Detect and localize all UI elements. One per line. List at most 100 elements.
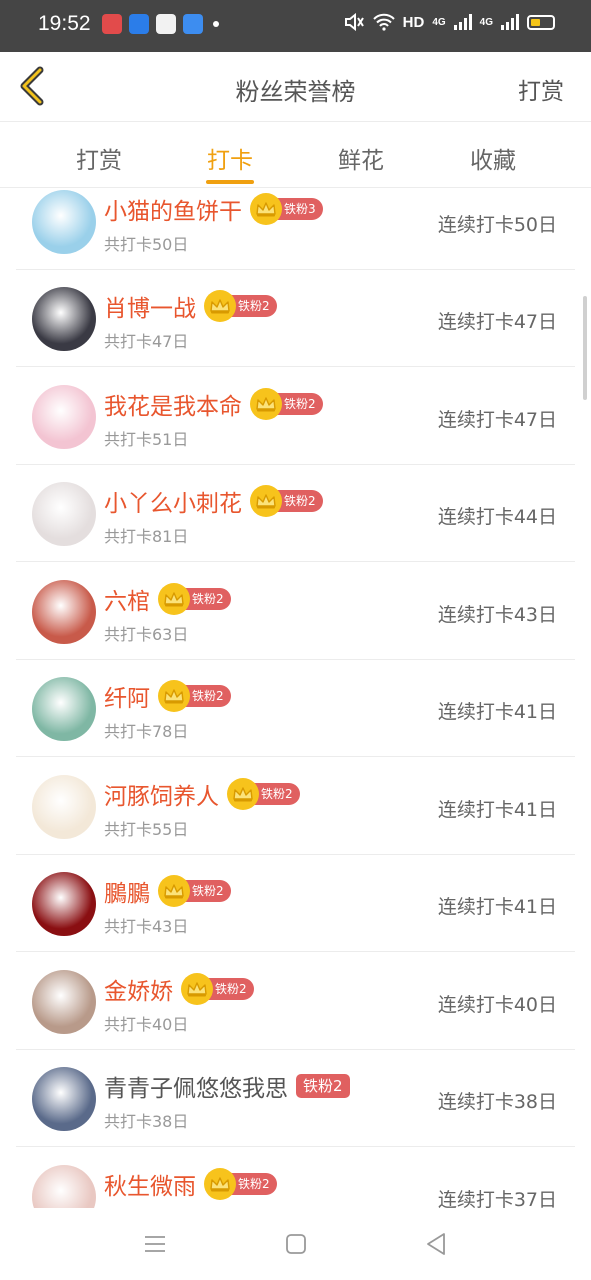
- fan-name-line: 肖博一战 铁粉2: [104, 289, 277, 323]
- fan-level-badge: 铁粉2: [204, 290, 277, 322]
- fan-name[interactable]: 纤阿: [104, 679, 150, 713]
- fan-name[interactable]: 河豚饲养人: [104, 777, 219, 811]
- fan-name-line: 纤阿 铁粉2: [104, 679, 231, 713]
- avatar[interactable]: [32, 775, 96, 839]
- avatar[interactable]: [32, 872, 96, 936]
- battery-icon: [527, 14, 555, 30]
- fan-level-badge: 铁粉2: [227, 778, 300, 810]
- crown-icon: [250, 193, 282, 225]
- total-checkins: 共打卡51日: [104, 430, 189, 449]
- tab-favorites[interactable]: 收藏: [453, 141, 533, 175]
- list-item[interactable]: 肖博一战 铁粉2 共打卡47日 连续打卡47日: [16, 270, 575, 367]
- avatar[interactable]: [32, 970, 96, 1034]
- fan-list: 小猫的鱼饼干 铁粉3 共打卡50日 连续打卡50日 肖博一战 铁粉2 共打卡47日 连续打卡4…: [0, 188, 591, 1208]
- fan-level-badge: 铁粉2: [158, 583, 231, 615]
- more-notifications-icon: [213, 21, 219, 27]
- list-item[interactable]: 我花是我本命 铁粉2 共打卡51日 连续打卡47日: [16, 368, 575, 465]
- fan-name-line: 我花是我本命 铁粉2: [104, 387, 323, 421]
- fan-name[interactable]: 小丫么小刺花: [104, 484, 242, 518]
- avatar[interactable]: [32, 287, 96, 351]
- fan-name-line: 青青子佩悠悠我思 铁粉2: [104, 1069, 350, 1103]
- consecutive-checkins: 连续打卡43日: [437, 604, 557, 626]
- fan-name[interactable]: 秋生微雨: [104, 1167, 196, 1201]
- total-checkins: 共打卡40日: [104, 1015, 189, 1034]
- fan-name-line: 小丫么小刺花 铁粉2: [104, 484, 323, 518]
- status-time: 19:52: [38, 12, 91, 35]
- total-checkins: 共打卡50日: [104, 235, 189, 254]
- crown-icon: [204, 1168, 236, 1200]
- crown-icon: [158, 583, 190, 615]
- fan-name[interactable]: 青青子佩悠悠我思: [104, 1069, 288, 1103]
- tab-reward[interactable]: 打赏: [59, 141, 139, 175]
- notification-icons: [102, 14, 219, 34]
- signal-icon: [453, 14, 472, 30]
- fan-name[interactable]: 金娇娇: [104, 972, 173, 1006]
- status-bar: 19:52 HD 4G 4G: [0, 0, 591, 52]
- avatar[interactable]: [32, 580, 96, 644]
- fan-name[interactable]: 鵩鵩: [104, 874, 150, 908]
- consecutive-checkins: 连续打卡41日: [437, 896, 557, 918]
- list-item[interactable]: 青青子佩悠悠我思 铁粉2 共打卡38日 连续打卡38日: [16, 1050, 575, 1147]
- list-item[interactable]: 六棺 铁粉2 共打卡63日 连续打卡43日: [16, 563, 575, 660]
- home-square-icon[interactable]: [282, 1230, 310, 1258]
- list-item[interactable]: 小丫么小刺花 铁粉2 共打卡81日 连续打卡44日: [16, 465, 575, 562]
- app-notification-icon: [156, 14, 176, 34]
- crown-icon: [250, 485, 282, 517]
- fan-name-line: 秋生微雨 铁粉2: [104, 1167, 277, 1201]
- app-notification-icon: [183, 14, 203, 34]
- hd-label: HD: [402, 13, 425, 31]
- fan-name[interactable]: 肖博一战: [104, 289, 196, 323]
- avatar[interactable]: [32, 1067, 96, 1131]
- list-item[interactable]: 纤阿 铁粉2 共打卡78日 连续打卡41日: [16, 660, 575, 757]
- fan-level-badge: 铁粉2: [158, 875, 231, 907]
- fan-level-label: 铁粉2: [296, 1074, 350, 1098]
- consecutive-checkins: 连续打卡47日: [437, 409, 557, 431]
- avatar[interactable]: [32, 482, 96, 546]
- total-checkins: 共打卡78日: [104, 722, 189, 741]
- avatar[interactable]: [32, 677, 96, 741]
- crown-icon: [204, 290, 236, 322]
- list-item[interactable]: 秋生微雨 铁粉2 连续打卡37日: [16, 1148, 575, 1208]
- tab-flowers[interactable]: 鲜花: [321, 141, 401, 175]
- crown-icon: [158, 680, 190, 712]
- list-item[interactable]: 金娇娇 铁粉2 共打卡40日 连续打卡40日: [16, 953, 575, 1050]
- fan-name[interactable]: 我花是我本命: [104, 387, 242, 421]
- scrollbar[interactable]: [583, 296, 587, 400]
- consecutive-checkins: 连续打卡38日: [437, 1091, 557, 1113]
- consecutive-checkins: 连续打卡41日: [437, 701, 557, 723]
- consecutive-checkins: 连续打卡47日: [437, 311, 557, 333]
- total-checkins: 共打卡47日: [104, 332, 189, 351]
- avatar[interactable]: [32, 190, 96, 254]
- mute-icon: [344, 13, 364, 31]
- menu-icon[interactable]: [141, 1230, 169, 1258]
- fan-level-badge: 铁粉2: [250, 388, 323, 420]
- consecutive-checkins: 连续打卡44日: [437, 506, 557, 528]
- list-item[interactable]: 河豚饲养人 铁粉2 共打卡55日 连续打卡41日: [16, 758, 575, 855]
- crown-icon: [227, 778, 259, 810]
- active-tab-indicator: [206, 180, 254, 184]
- crown-icon: [250, 388, 282, 420]
- fan-name-line: 河豚饲养人 铁粉2: [104, 777, 300, 811]
- reward-button[interactable]: 打赏: [518, 72, 564, 106]
- consecutive-checkins: 连续打卡41日: [437, 799, 557, 821]
- total-checkins: 共打卡63日: [104, 625, 189, 644]
- app-notification-icon: [102, 14, 122, 34]
- fan-level-badge: 铁粉2: [204, 1168, 277, 1200]
- fan-name[interactable]: 小猫的鱼饼干: [104, 192, 242, 226]
- avatar[interactable]: [32, 1165, 96, 1208]
- fan-level-badge: 铁粉2: [296, 1073, 350, 1099]
- total-checkins: 共打卡38日: [104, 1112, 189, 1131]
- list-item[interactable]: 小猫的鱼饼干 铁粉3 共打卡50日 连续打卡50日: [16, 188, 575, 270]
- back-triangle-icon[interactable]: [422, 1230, 450, 1258]
- tab-checkin[interactable]: 打卡: [190, 141, 270, 175]
- avatar[interactable]: [32, 385, 96, 449]
- fan-name-line: 鵩鵩 铁粉2: [104, 874, 231, 908]
- crown-icon: [181, 973, 213, 1005]
- consecutive-checkins: 连续打卡40日: [437, 994, 557, 1016]
- app-notification-icon: [129, 14, 149, 34]
- list-item[interactable]: 鵩鵩 铁粉2 共打卡43日 连续打卡41日: [16, 855, 575, 952]
- total-checkins: 共打卡43日: [104, 917, 189, 936]
- fan-level-badge: 铁粉2: [181, 973, 254, 1005]
- fan-name[interactable]: 六棺: [104, 582, 150, 616]
- fan-name-line: 金娇娇 铁粉2: [104, 972, 254, 1006]
